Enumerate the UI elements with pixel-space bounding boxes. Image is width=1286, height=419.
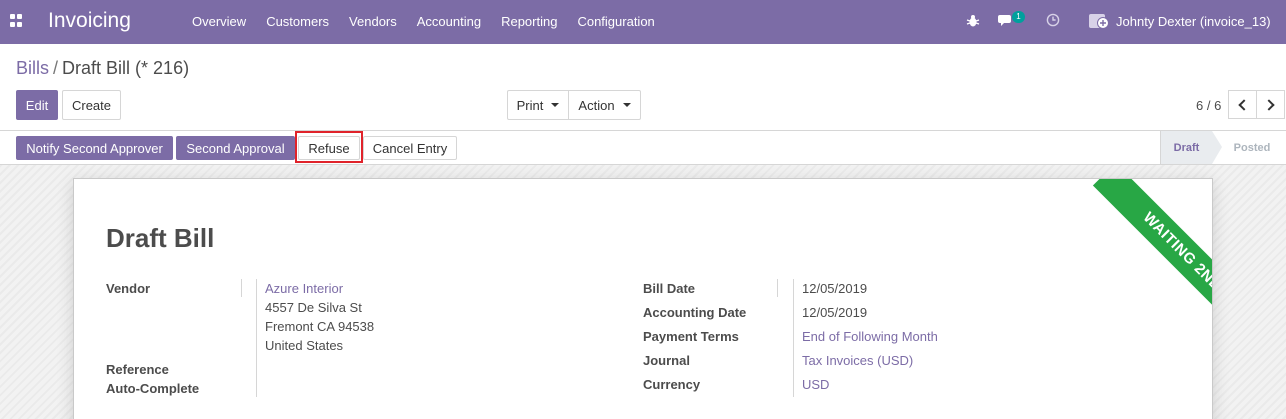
payment-terms-link[interactable]: End of Following Month [802,329,938,344]
message-count-badge: 1 [1012,11,1025,23]
top-navbar: Invoicing Overview Customers Vendors Acc… [0,0,1286,44]
vendor-label: Vendor [106,281,151,296]
notify-second-approver-button[interactable]: Notify Second Approver [16,136,173,160]
menu-item-configuration[interactable]: Configuration [567,0,664,44]
ribbon-label: WAITING 2ND [1092,179,1212,329]
breadcrumb-bills-link[interactable]: Bills [16,58,49,78]
app-brand[interactable]: Invoicing [48,9,131,33]
action-dropdown[interactable]: Action [568,90,641,120]
status-ribbon: WAITING 2ND [1062,179,1212,329]
currency-link[interactable]: USD [802,377,829,392]
chevron-down-icon [551,103,560,107]
vendor-name-link[interactable]: Azure Interior [265,281,343,296]
accounting-date-value[interactable]: 12/05/2019 [802,305,867,320]
print-dropdown[interactable]: Print [507,90,569,120]
stage-arrow [1212,131,1222,164]
vendor-address-line: 4557 De Silva St [265,300,362,315]
breadcrumb-separator: / [53,58,59,78]
menu-item-reporting[interactable]: Reporting [491,0,567,44]
debug-bug-icon[interactable] [966,14,980,28]
bill-date-value[interactable]: 12/05/2019 [802,281,867,296]
menu-item-vendors[interactable]: Vendors [339,0,407,44]
journal-label: Journal [643,353,690,368]
stage-draft: Draft [1160,131,1212,164]
menu-item-customers[interactable]: Customers [256,0,339,44]
auto-complete-label: Auto-Complete [106,381,200,396]
refuse-highlight-box [295,131,363,163]
chevron-left-icon [1238,98,1250,111]
payment-terms-label: Payment Terms [643,329,739,344]
pager-next-button[interactable] [1256,90,1285,119]
menu-item-overview[interactable]: Overview [182,0,256,44]
second-approval-button[interactable]: Second Approval [176,136,295,160]
chevron-right-icon [1263,98,1275,111]
vendor-value-divider [256,279,257,397]
bill-date-divider [777,279,778,297]
page-title: Draft Bill (* 216) [62,58,190,78]
chevron-down-icon [622,103,631,107]
action-label: Action [578,97,615,113]
edit-button[interactable]: Edit [16,90,58,120]
apps-menu-icon[interactable] [10,14,24,28]
stage-posted[interactable]: Posted [1222,131,1282,164]
breadcrumb: Bills / Draft Bill (* 216) [16,58,189,79]
create-button[interactable]: Create [62,90,121,120]
currency-label: Currency [643,377,701,392]
journal-link[interactable]: Tax Invoices (USD) [802,353,913,368]
vendor-address-line: United States [265,338,344,353]
accounting-date-label: Accounting Date [643,305,747,320]
right-value-divider [793,279,794,397]
bill-date-label: Bill Date [643,281,696,296]
user-menu[interactable]: Johnty Dexter (invoice_13) [1116,14,1271,29]
reference-label: Reference [106,362,169,377]
pager-previous-button[interactable] [1228,90,1257,119]
user-avatar-icon[interactable] [1088,11,1110,31]
vendor-address-line: Fremont CA 94538 [265,319,375,334]
form-sheet: WAITING 2ND Draft Bill Vendor Azure Inte… [73,178,1213,419]
vendor-divider [241,279,242,297]
cancel-entry-button[interactable]: Cancel Entry [363,136,457,160]
pager-value[interactable]: 6 / 6 [1196,98,1221,113]
main-menu: Overview Customers Vendors Accounting Re… [182,0,665,44]
menu-item-accounting[interactable]: Accounting [407,0,491,44]
print-label: Print [516,97,544,113]
form-title: Draft Bill [106,223,215,253]
status-bar: Notify Second Approver Second Approval R… [0,130,1286,165]
activity-clock-icon[interactable] [1046,13,1060,27]
